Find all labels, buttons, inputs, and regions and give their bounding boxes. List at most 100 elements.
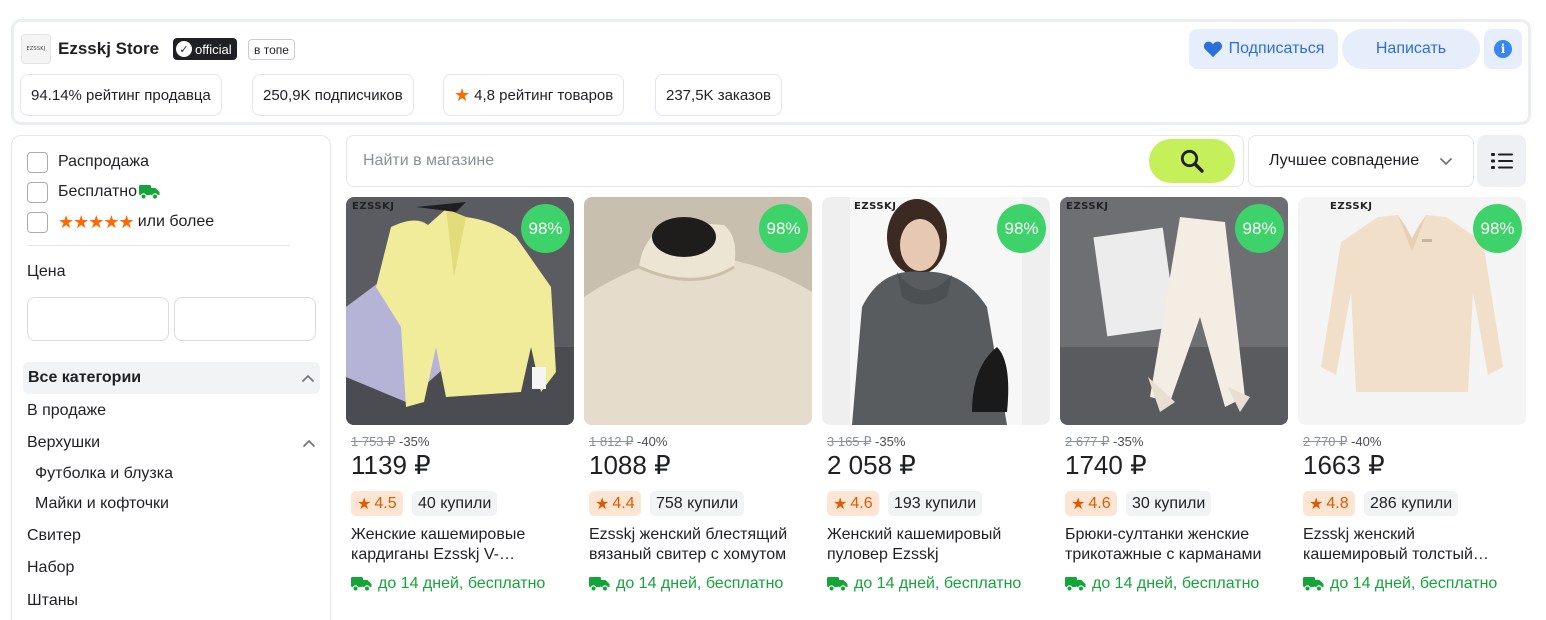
all-categories-toggle[interactable]: Все категории (23, 362, 320, 394)
delivery-truck-icon (1303, 577, 1324, 592)
store-name[interactable]: Ezsskj Store (58, 39, 159, 59)
rating-filter[interactable]: ★★★★★ или более (27, 211, 214, 233)
delivery-truck-icon (351, 577, 372, 592)
bought-count: 30 купили (1126, 491, 1212, 516)
rating-chip: ★ 4.5 (351, 491, 403, 516)
bought-count: 193 купили (888, 491, 983, 516)
search-button[interactable] (1149, 139, 1235, 183)
category-on-sale[interactable]: В продаже (27, 402, 314, 420)
rating-chip: ★ 4.6 (827, 491, 879, 516)
sale-checkbox[interactable] (27, 151, 48, 173)
price-from-input[interactable] (27, 297, 169, 341)
category-tanks[interactable]: Майки и кофточки (35, 495, 169, 513)
product-image[interactable]: EZSSKJ 98% (346, 197, 574, 425)
followers-text: 250,9K подписчиков (263, 86, 403, 104)
delivery-info: до 14 дней, бесплатно (351, 575, 545, 593)
star-icon: ★ (1071, 495, 1086, 513)
brand-tag: EZSSKJ (352, 201, 395, 212)
seller-rating-text: 94.14% рейтинг продавца (31, 86, 211, 104)
rating-value: 4.5 (374, 494, 397, 512)
product-image[interactable]: EZSSKJ 98% (822, 197, 1050, 425)
product-title[interactable]: Брюки-султанки женские трикотажные с кар… (1065, 525, 1285, 565)
filters-panel: Распродажа Бесплатно ★★★★★ или более Цен… (11, 135, 331, 620)
old-price: 2 677 ₽ -35% (1065, 434, 1143, 450)
product-title[interactable]: Ezsskj женский блестящий вязаный свитер … (589, 525, 809, 565)
product-title[interactable]: Женский кашемировый пуловер Ezsskj (827, 525, 1047, 565)
rating-chip: ★ 4.4 (589, 491, 641, 516)
match-rating-badge: 98% (997, 204, 1046, 253)
price: 1740 ₽ (1065, 450, 1147, 480)
category-tshirt-blouse[interactable]: Футболка и блузка (35, 465, 173, 483)
category-set-label: Набор (27, 559, 75, 576)
rating-chip: ★ 4.6 (1065, 491, 1117, 516)
verified-check-icon: ✓ (176, 41, 192, 57)
old-price: 1 753 ₽ -35% (351, 434, 429, 450)
product-image[interactable]: EZSSKJ 98% (1298, 197, 1526, 425)
product-card[interactable]: EZSSKJ 98% 1 753 ₽ -35% 1139 ₽ ★ 4.5 40 к… (346, 197, 574, 607)
category-sweater-label: Свитер (27, 527, 81, 544)
product-rating-stat: ★ 4,8 рейтинг товаров (443, 74, 625, 116)
product-image[interactable]: 98% (584, 197, 812, 425)
product-title[interactable]: Ezsskj женский кашемировый толстый свите… (1303, 525, 1523, 565)
heart-icon (1203, 41, 1222, 58)
brand-tag: EZSSKJ (1066, 201, 1109, 212)
write-button[interactable]: Написать (1342, 29, 1480, 69)
sort-select[interactable]: Лучшее совпадение (1248, 135, 1474, 187)
category-tops-label: Верхушки (27, 434, 101, 451)
sort-label: Лучшее совпадение (1269, 152, 1420, 169)
category-pants[interactable]: Штаны (27, 592, 314, 610)
subscribe-button[interactable]: Подписаться (1189, 29, 1338, 69)
product-image[interactable]: EZSSKJ 98% (1060, 197, 1288, 425)
list-view-button[interactable] (1477, 135, 1526, 187)
star-icon: ★ (454, 85, 471, 105)
category-tops[interactable]: Верхушки (27, 434, 316, 452)
product-card[interactable]: EZSSKJ 98% 2 770 ₽ -40% 1663 ₽ ★ 4.8 286 … (1298, 197, 1526, 607)
info-button[interactable]: i (1484, 29, 1522, 69)
old-price-value: 1 753 ₽ (351, 434, 396, 449)
price-label: Цена (27, 263, 66, 280)
bought-count: 758 купили (650, 491, 745, 516)
chevron-up-icon (301, 374, 315, 382)
delivery-text: до 14 дней, бесплатно (1330, 575, 1498, 592)
match-rating-badge: 98% (1473, 204, 1522, 253)
followers-stat: 250,9K подписчиков (252, 74, 414, 116)
store-search (346, 135, 1244, 187)
orders-stat: 237,5K заказов (655, 74, 783, 116)
rating-checkbox[interactable] (27, 211, 48, 233)
sale-filter[interactable]: Распродажа (27, 151, 149, 173)
price: 1088 ₽ (589, 450, 671, 480)
discount: -35% (871, 434, 906, 449)
free-delivery-filter[interactable]: Бесплатно (27, 181, 161, 203)
orders-text: 237,5K заказов (666, 86, 772, 104)
star-icon: ★ (1309, 495, 1324, 513)
category-set[interactable]: Набор (27, 559, 314, 577)
delivery-text: до 14 дней, бесплатно (616, 575, 784, 592)
price: 2 058 ₽ (827, 450, 916, 480)
product-title[interactable]: Женские кашемировые кардиганы Ezsskj V-о… (351, 525, 571, 565)
match-rating-badge: 98% (759, 204, 808, 253)
delivery-info: до 14 дней, бесплатно (589, 575, 783, 593)
bought-count: 40 купили (412, 491, 498, 516)
store-header: EZSSKJ Ezsskj Store ✓ official в топе 94… (11, 19, 1531, 125)
rating-value: 4.6 (850, 494, 873, 512)
product-card[interactable]: 98% 1 812 ₽ -40% 1088 ₽ ★ 4.4 758 купили … (584, 197, 812, 607)
search-icon (1180, 149, 1204, 173)
delivery-info: до 14 дней, бесплатно (1303, 575, 1497, 593)
price-to-input[interactable] (174, 297, 316, 341)
product-card[interactable]: EZSSKJ 98% 2 677 ₽ -35% 1740 ₽ ★ 4.6 30 к… (1060, 197, 1288, 607)
old-price: 1 812 ₽ -40% (589, 434, 667, 450)
category-sweater[interactable]: Свитер (27, 527, 314, 545)
free-delivery-label: Бесплатно (58, 183, 138, 200)
star-icon: ★ (595, 495, 610, 513)
free-delivery-checkbox[interactable] (27, 181, 48, 203)
store-logo[interactable]: EZSSKJ (21, 34, 51, 64)
top-badge: в топе (248, 39, 295, 60)
delivery-truck-icon (827, 577, 848, 592)
filters-divider (27, 245, 290, 246)
old-price-value: 3 165 ₽ (827, 434, 872, 449)
product-card[interactable]: EZSSKJ 98% 3 165 ₽ -35% 2 058 ₽ ★ 4.6 193… (822, 197, 1050, 607)
search-input[interactable] (348, 137, 1143, 185)
category-on-sale-label: В продаже (27, 402, 107, 419)
match-rating-badge: 98% (521, 204, 570, 253)
old-price: 2 770 ₽ -40% (1303, 434, 1381, 450)
